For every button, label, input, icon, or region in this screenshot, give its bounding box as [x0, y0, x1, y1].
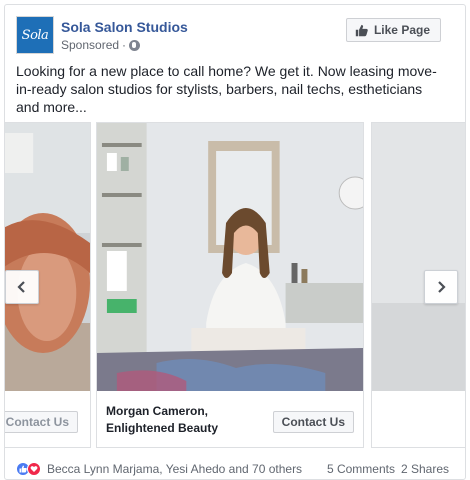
post-message: Looking for a new place to call home? We… — [16, 63, 437, 115]
sponsored-row: Sponsored · — [61, 38, 141, 52]
like-page-label: Like Page — [373, 23, 430, 37]
comments-count[interactable]: 5 Comments — [327, 462, 395, 476]
card-footer-next — [372, 391, 465, 447]
carousel-prev-button[interactable] — [5, 270, 39, 304]
reaction-names: Becca Lynn Marjama, Yesi Ahedo and 70 ot… — [47, 462, 303, 476]
page-name-link[interactable]: Sola Salon Studios — [61, 19, 188, 35]
avatar-logo-text: Sola — [21, 27, 49, 43]
contact-us-button-previous[interactable]: Contact Us — [5, 411, 78, 433]
carousel-next-button[interactable] — [424, 270, 458, 304]
card-footer-previous: Contact Us — [5, 391, 90, 447]
sponsored-label[interactable]: Sponsored — [61, 38, 119, 52]
card-image-previous — [5, 123, 90, 391]
thumbs-up-icon — [355, 24, 368, 36]
page-avatar[interactable]: Sola — [16, 16, 54, 54]
card-title-main: Morgan Cameron, Enlightened Beauty — [106, 404, 219, 435]
chevron-left-icon — [17, 281, 25, 293]
card-footer-main: Morgan Cameron, Enlightened Beauty Conta… — [97, 391, 363, 447]
engagement-counts: 5 Comments 2 Shares — [327, 462, 449, 476]
post-footer: Becca Lynn Marjama, Yesi Ahedo and 70 ot… — [5, 457, 465, 479]
contact-us-button-main[interactable]: Contact Us — [272, 411, 354, 433]
globe-icon — [129, 39, 141, 51]
like-page-button[interactable]: Like Page — [345, 18, 441, 42]
carousel: Contact Us Morgan Cameron, Enlightened B… — [5, 122, 465, 452]
card-image-main — [97, 123, 363, 391]
shares-count[interactable]: 2 Shares — [401, 462, 449, 476]
post-header: Sola Sola Salon Studios Sponsored · Like… — [16, 16, 455, 56]
separator-dot: · — [122, 38, 127, 52]
reactions-summary[interactable]: Becca Lynn Marjama, Yesi Ahedo and 70 ot… — [16, 462, 302, 476]
love-reaction-icon — [27, 462, 41, 476]
chevron-right-icon — [438, 281, 446, 293]
sponsored-post: Sola Sola Salon Studios Sponsored · Like… — [4, 4, 466, 480]
card-image-next — [372, 123, 465, 391]
carousel-card-main[interactable]: Morgan Cameron, Enlightened Beauty Conta… — [96, 122, 364, 448]
